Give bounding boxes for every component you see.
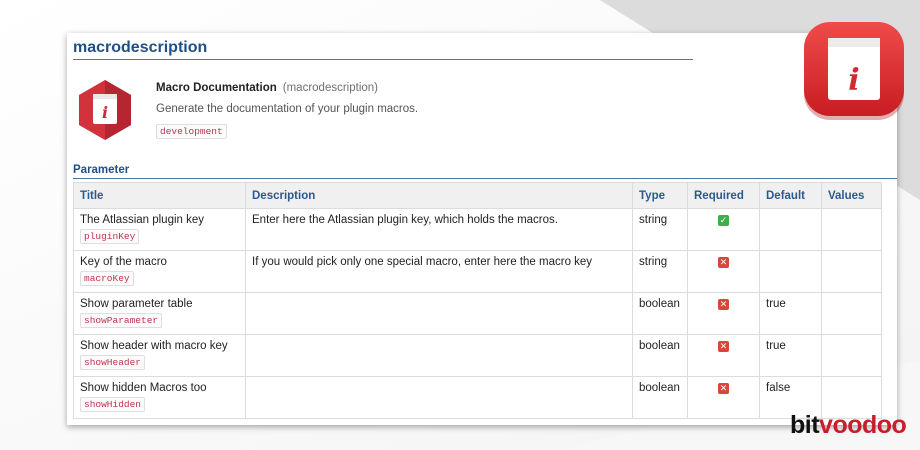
cross-icon: ✕ [718,341,729,352]
macro-description: Generate the documentation of your plugi… [156,103,419,115]
info-book-badge-icon: i [804,22,904,120]
param-values [821,208,882,251]
table-row: Show header with macro key showHeader bo… [73,334,882,377]
macro-key: (macrodescription) [282,82,378,94]
param-type: boolean [632,376,688,419]
brand-logo: bitvoodoo [790,411,907,440]
param-key-tag: macroKey [80,271,134,286]
param-key-tag: pluginKey [80,229,140,244]
param-values [821,250,882,293]
param-title-cell: The Atlassian plugin key pluginKey [73,208,246,251]
svg-text:i: i [102,103,108,122]
param-values [821,334,882,377]
param-title: Show hidden Macros too [80,382,207,394]
param-description: Enter here the Atlassian plugin key, whi… [245,208,633,251]
param-type: boolean [632,292,688,335]
column-header-default: Default [759,182,822,209]
column-header-required: Required [687,182,760,209]
table-row: Show hidden Macros too showHidden boolea… [73,376,882,419]
column-header-title: Title [73,182,246,209]
param-key-tag: showHeader [80,355,146,370]
macro-documentation-panel: macrodescription i Macro Documentation (m… [67,33,897,425]
param-description [245,292,633,335]
param-title-cell: Show parameter table showParameter [73,292,246,335]
param-type: string [632,208,688,251]
param-default [759,208,822,251]
check-icon: ✓ [718,215,729,226]
param-title-cell: Show hidden Macros too showHidden [73,376,246,419]
parameter-table: Title Description Type Required Default … [73,182,882,419]
column-header-description: Description [245,182,633,209]
macro-name: Macro Documentation [156,82,277,94]
param-title: The Atlassian plugin key [80,214,205,226]
param-key-tag: showHidden [80,397,146,412]
param-required-cell: ✕ [687,376,760,419]
brand-part-bit: bit [790,411,820,439]
cross-icon: ✕ [718,299,729,310]
param-required-cell: ✕ [687,292,760,335]
cross-icon: ✕ [718,257,729,268]
table-row: The Atlassian plugin key pluginKey Enter… [73,208,882,251]
param-title: Show header with macro key [80,340,228,352]
param-type: boolean [632,334,688,377]
param-title-cell: Key of the macro macroKey [73,250,246,293]
title-divider [73,59,693,60]
param-key-tag: showParameter [80,313,163,328]
param-description [245,376,633,419]
column-header-values: Values [821,182,882,209]
param-default: true [759,292,822,335]
param-default [759,250,822,293]
param-required-cell: ✕ [687,334,760,377]
table-header-row: Title Description Type Required Default … [73,182,882,209]
page-title: macrodescription [73,39,208,56]
param-required-cell: ✕ [687,250,760,293]
brand-part-voodoo: voodoo [819,411,907,439]
cross-icon: ✕ [718,383,729,394]
macro-name-line: Macro Documentation (macrodescription) [156,82,378,94]
table-row: Show parameter table showParameter boole… [73,292,882,335]
svg-text:i: i [848,63,859,98]
param-title-cell: Show header with macro key showHeader [73,334,246,377]
parameter-section-title: Parameter [73,164,130,176]
param-required-cell: ✓ [687,208,760,251]
column-header-type: Type [632,182,688,209]
info-book-icon: i [79,80,131,140]
param-description: If you would pick only one special macro… [245,250,633,293]
param-type: string [632,250,688,293]
macro-label-tag[interactable]: development [156,124,227,139]
param-default: true [759,334,822,377]
param-title: Show parameter table [80,298,193,310]
section-divider [73,178,897,179]
table-row: Key of the macro macroKey If you would p… [73,250,882,293]
param-description [245,334,633,377]
param-values [821,292,882,335]
param-title: Key of the macro [80,256,167,268]
